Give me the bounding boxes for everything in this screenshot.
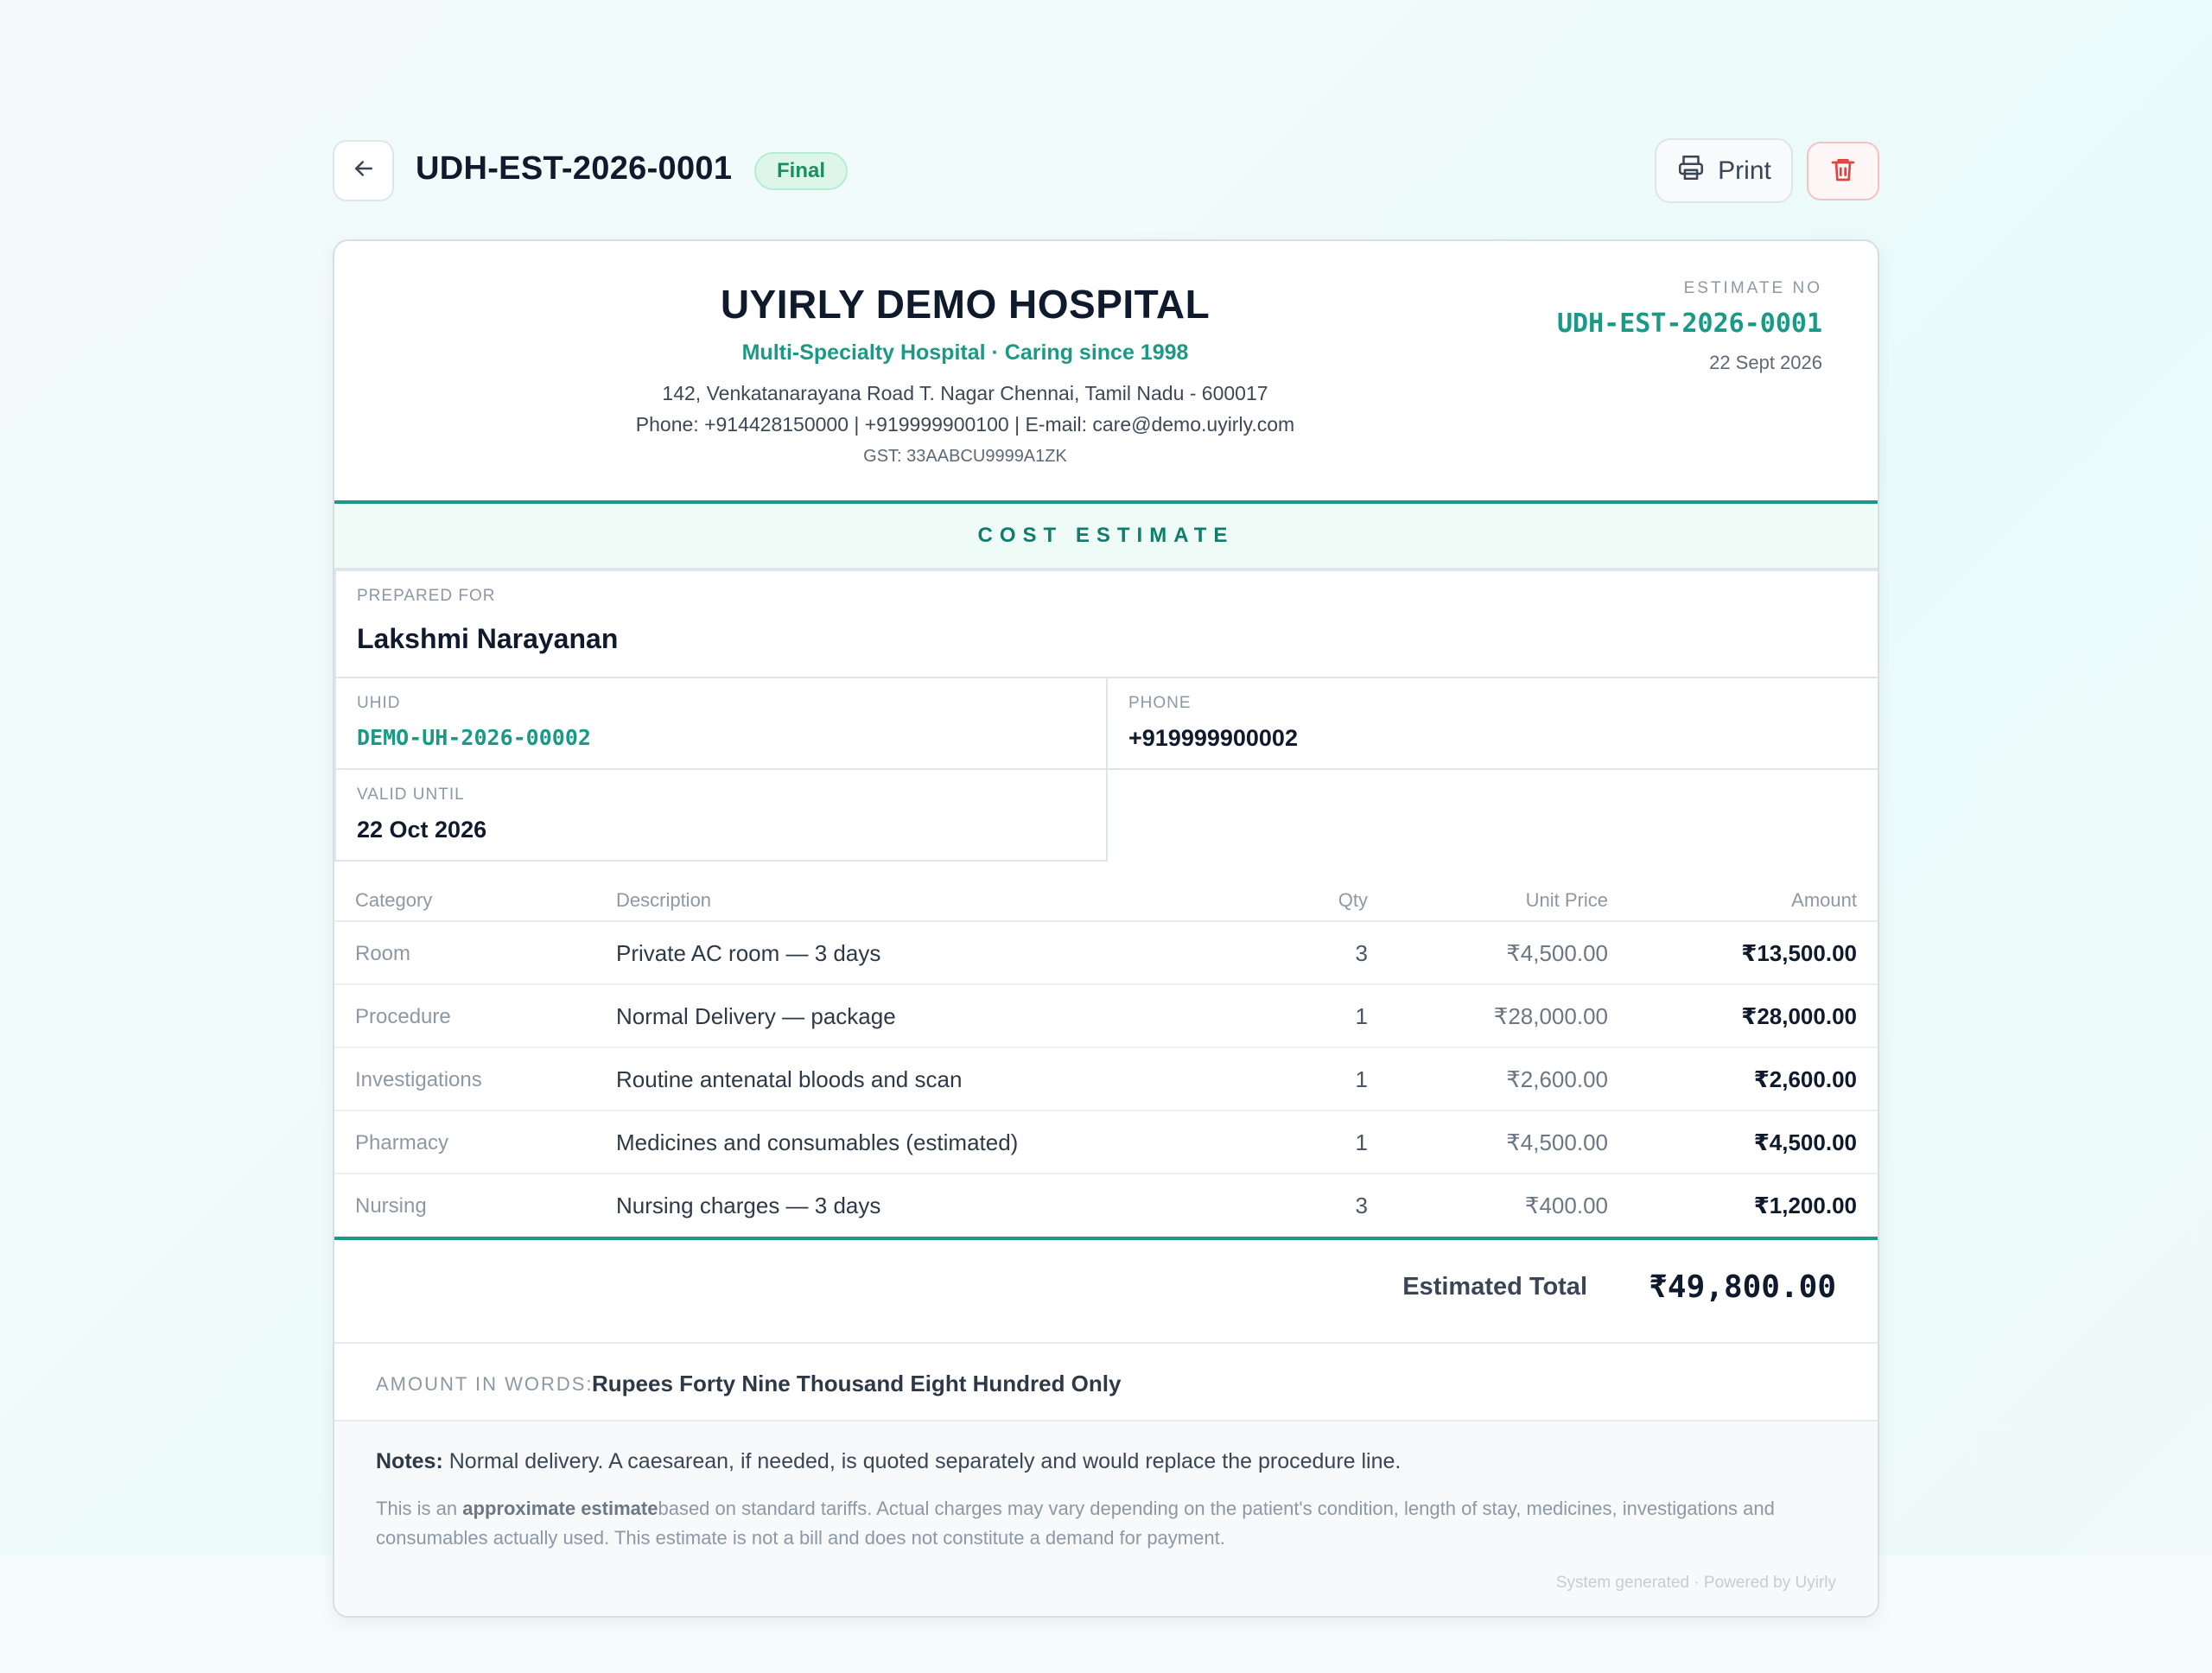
status-badge: Final [754,152,849,190]
notes-text: Notes: Normal delivery. A caesarean, if … [376,1449,1401,1474]
trash-icon [1829,156,1857,188]
section-title: COST ESTIMATE [334,504,1878,569]
row-description: Private AC room — 3 days [616,940,881,966]
row-qty: 1 [1355,1066,1368,1092]
words-label: AMOUNT IN WORDS: [376,1373,594,1395]
powered-by: System generated · Powered by Uyirly [1555,1574,1836,1592]
print-button-label: Print [1718,156,1771,185]
amount-in-words: AMOUNT IN WORDS: Rupees Forty Nine Thous… [334,1344,1878,1422]
row-amount: ₹4,500.00 [1753,1129,1857,1155]
notes-section: Notes: Normal delivery. A caesarean, if … [334,1422,1878,1616]
row-unit-price: ₹2,600.00 [1506,1066,1608,1092]
table-row: Room Private AC room — 3 days 3 ₹4,500.0… [334,922,1878,985]
row-qty: 1 [1355,1129,1368,1155]
print-button[interactable]: Print [1655,138,1793,203]
total-section: Estimated Total ₹49,800.00 [334,1238,1878,1344]
row-category: Pharmacy [355,1131,449,1155]
table-row: Procedure Normal Delivery — package 1 ₹2… [334,985,1878,1048]
hospital-name: UYIRLY DEMO HOSPITAL [720,282,1211,327]
row-description: Nursing charges — 3 days [616,1193,881,1218]
back-button[interactable] [333,140,394,201]
col-amount: Amount [1791,889,1857,911]
page-title: UDH-EST-2026-0001 [416,150,733,187]
row-category: Room [355,942,411,965]
disclaimer-pre: This is an [376,1498,463,1519]
estimate-no-label: ESTIMATE NO [1683,279,1822,297]
notes-body: Normal delivery. A caesarean, if needed,… [448,1449,1402,1473]
valid-until-label: VALID UNTIL [357,786,465,804]
prepared-for-cell: PREPARED FOR Lakshmi Narayanan [334,569,1878,678]
uhid-label: UHID [357,694,401,712]
row-unit-price: ₹28,000.00 [1493,1003,1608,1029]
col-category: Category [355,889,433,911]
row-amount: ₹1,200.00 [1753,1193,1857,1218]
document-header: UDH-EST-2026-0001 Final Print [333,138,1879,203]
row-unit-price: ₹400.00 [1524,1193,1608,1218]
row-category: Investigations [355,1068,482,1091]
row-category: Nursing [355,1194,427,1218]
delete-button[interactable] [1807,142,1879,200]
patient-name: Lakshmi Narayanan [357,623,619,654]
row-amount: ₹28,000.00 [1741,1003,1857,1029]
col-description: Description [616,889,712,911]
row-amount: ₹2,600.00 [1753,1066,1857,1092]
disclaimer: This is an approximate estimatebased on … [376,1494,1793,1553]
disclaimer-bold: approximate estimate [462,1498,658,1519]
row-qty: 3 [1355,1193,1368,1218]
uhid-cell: UHID DEMO-UH-2026-00002 [334,677,1108,770]
hospital-tagline: Multi-Specialty Hospital · Caring since … [741,340,1189,365]
table-header: Category Description Qty Unit Price Amou… [334,879,1878,922]
estimate-date: 22 Sept 2026 [1709,352,1822,373]
row-qty: 3 [1355,940,1368,966]
row-unit-price: ₹4,500.00 [1506,940,1608,966]
row-category: Procedure [355,1005,451,1028]
estimate-card: UYIRLY DEMO HOSPITAL Multi-Specialty Hos… [333,239,1879,1618]
valid-until-cell: VALID UNTIL 22 Oct 2026 [334,768,1108,862]
words-value: Rupees Forty Nine Thousand Eight Hundred… [592,1371,1122,1396]
row-amount: ₹13,500.00 [1741,940,1857,966]
col-unit-price: Unit Price [1525,889,1608,911]
table-row: Nursing Nursing charges — 3 days 3 ₹400.… [334,1174,1878,1237]
notes-label: Notes: [376,1449,443,1473]
total-label: Estimated Total [1402,1273,1587,1301]
hospital-address: 142, Venkatanarayana Road T. Nagar Chenn… [662,382,1268,404]
table-row: Investigations Routine antenatal bloods … [334,1048,1878,1111]
phone-label: PHONE [1128,694,1192,712]
printer-icon [1676,153,1706,189]
phone-value: +919999900002 [1128,725,1298,751]
col-qty: Qty [1338,889,1368,911]
valid-until-value: 22 Oct 2026 [357,817,487,843]
estimate-number: UDH-EST-2026-0001 [1556,309,1822,339]
total-value: ₹49,800.00 [1649,1269,1836,1305]
arrow-left-icon [351,156,377,186]
uhid-value: DEMO-UH-2026-00002 [357,725,591,750]
hospital-contact: Phone: +914428150000 | +919999900100 | E… [635,413,1295,436]
hospital-gst: GST: 33AABCU9999A1ZK [863,447,1067,466]
row-description: Routine antenatal bloods and scan [616,1066,963,1092]
table-row: Pharmacy Medicines and consumables (esti… [334,1111,1878,1174]
row-qty: 1 [1355,1003,1368,1029]
row-description: Normal Delivery — package [616,1003,896,1029]
prepared-for-label: PREPARED FOR [357,587,496,605]
row-unit-price: ₹4,500.00 [1506,1129,1608,1155]
phone-cell: PHONE +919999900002 [1106,677,1878,770]
row-description: Medicines and consumables (estimated) [616,1129,1019,1155]
